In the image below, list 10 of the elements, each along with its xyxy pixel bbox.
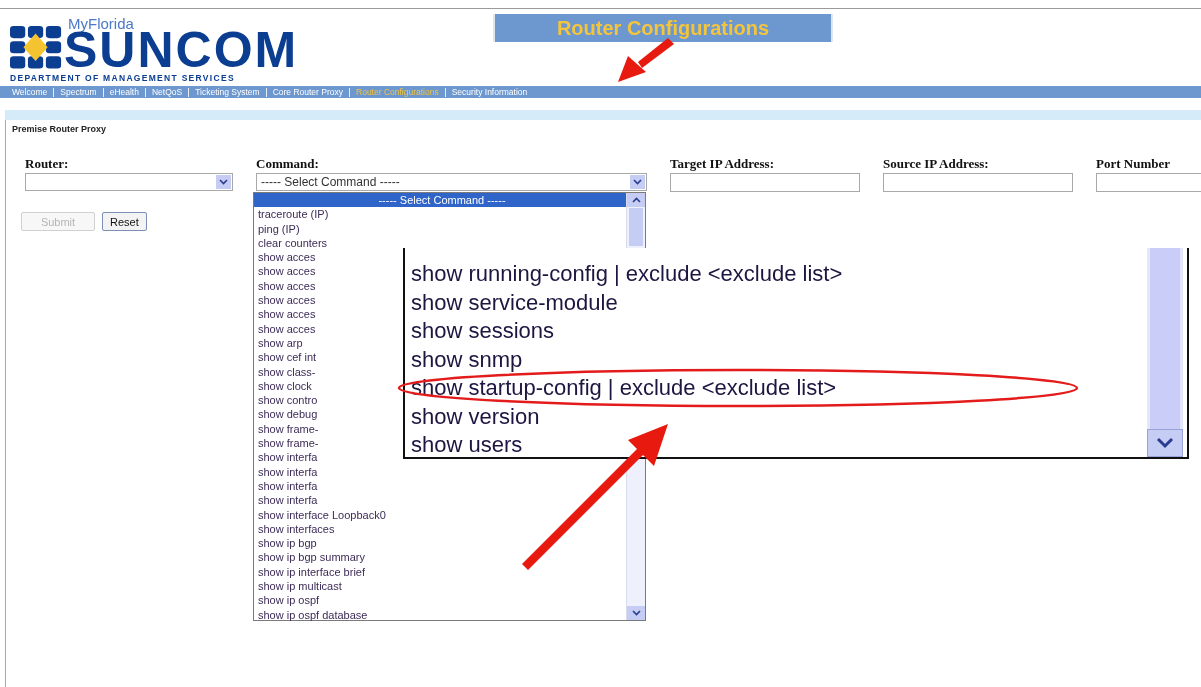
logo-wordmark: SUNCOM: [64, 31, 299, 69]
field-label: Source IP Address:: [883, 156, 990, 172]
section-title: Premise Router Proxy: [12, 124, 108, 134]
field-label: Command:: [256, 156, 320, 172]
field-label: Port Number: [1096, 156, 1171, 172]
field-label: Target IP Address:: [670, 156, 775, 172]
page-title: Router Configurations: [493, 14, 833, 42]
field-label: Router:: [25, 156, 70, 172]
logo-department: DEPARTMENT OF MANAGEMENT SERVICES: [10, 73, 235, 83]
logo-tagline: MyFlorida: [68, 16, 134, 31]
